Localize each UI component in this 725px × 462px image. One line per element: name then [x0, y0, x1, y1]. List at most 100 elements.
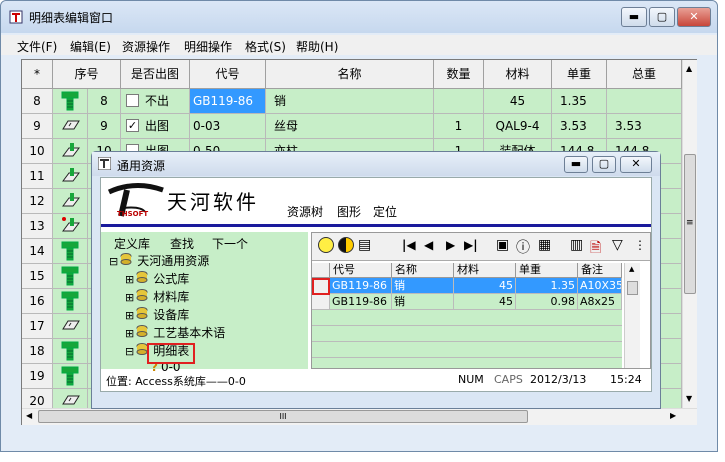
- row-number[interactable]: 9: [22, 114, 53, 139]
- washer-icon[interactable]: [53, 114, 88, 139]
- header-seq[interactable]: 序号: [53, 60, 121, 89]
- unit-weight-cell[interactable]: 1.35: [552, 89, 607, 114]
- dheader-material[interactable]: 材料: [454, 263, 516, 278]
- qty-cell[interactable]: [434, 89, 484, 114]
- name-cell[interactable]: 销: [266, 89, 434, 114]
- expand-toggle-icon[interactable]: ⊟: [125, 345, 134, 358]
- expand-toggle-icon[interactable]: ⊞: [125, 309, 134, 322]
- expand-toggle-icon[interactable]: ⊞: [125, 327, 134, 340]
- resource-tree[interactable]: 定义库 查找 下一个 ⊟ 天河通用资源 ⊞ 公式库 ⊞ 材料库 ⊞ 设备库 ⊞ 工艺基本术语 ⊟ 明细…: [101, 232, 308, 374]
- menu-edit[interactable]: 编辑(E): [70, 38, 111, 55]
- dheader-name[interactable]: 名称: [392, 263, 454, 278]
- row-number[interactable]: 14: [22, 239, 53, 264]
- bolt-icon[interactable]: [53, 89, 88, 114]
- hscroll-thumb[interactable]: III: [38, 410, 528, 423]
- toolbar-more-icon[interactable]: ⋮: [634, 238, 646, 252]
- qty-cell[interactable]: 1: [434, 114, 484, 139]
- header-code[interactable]: 代号: [190, 60, 266, 89]
- scroll-right-arrow[interactable]: ▶: [670, 411, 676, 420]
- dmaterial-cell[interactable]: 45: [454, 278, 516, 294]
- assembly-icon[interactable]: [53, 164, 88, 189]
- assembly-icon[interactable]: [53, 139, 88, 164]
- header-total-weight[interactable]: 总重: [607, 60, 682, 89]
- drawing-checkbox[interactable]: [126, 94, 139, 107]
- scroll-up-arrow[interactable]: ▲: [686, 64, 692, 73]
- expand-toggle-icon[interactable]: ⊞: [125, 291, 134, 304]
- circle-icon[interactable]: [318, 237, 334, 253]
- info-icon[interactable]: ⓘ: [516, 237, 530, 257]
- scroll-left-arrow[interactable]: ◀: [26, 411, 32, 420]
- row-number[interactable]: 16: [22, 289, 53, 314]
- dheader-note[interactable]: 备注: [578, 263, 622, 278]
- screen-icon[interactable]: ▣: [496, 237, 509, 253]
- total-weight-cell[interactable]: [607, 89, 682, 114]
- bolt-icon[interactable]: [53, 364, 88, 389]
- row-number[interactable]: 8: [22, 89, 53, 114]
- define-library-button[interactable]: 定义库: [114, 235, 150, 252]
- dname-cell[interactable]: 销: [392, 278, 454, 294]
- drawing-cell[interactable]: 不出: [121, 89, 190, 114]
- dgrid-scroll-thumb[interactable]: [627, 281, 638, 295]
- dheader-unit-weight[interactable]: 单重: [516, 263, 578, 278]
- total-weight-cell[interactable]: 3.53: [607, 114, 682, 139]
- seq-cell[interactable]: 8: [88, 89, 121, 114]
- dgrid-vscroll[interactable]: ▲: [624, 263, 640, 368]
- last-record-icon[interactable]: ▶|: [464, 238, 478, 252]
- header-qty[interactable]: 数量: [434, 60, 484, 89]
- resource-grid[interactable]: ▤ |◀ ◀ ▶ ▶| ▣ ⓘ ▦ ▥ 🗎 ▽ ⋮ 代号 名称 材料 单重 备注…: [311, 232, 651, 369]
- dcode-cell[interactable]: GB119-86: [330, 294, 392, 310]
- row-number[interactable]: 11: [22, 164, 53, 189]
- row-number[interactable]: 12: [22, 189, 53, 214]
- tree-node[interactable]: ⊞ 公式库: [125, 270, 189, 287]
- expand-toggle-icon[interactable]: ⊟: [109, 255, 118, 268]
- nav-locate[interactable]: 定位: [373, 203, 397, 220]
- assembly-red-icon[interactable]: [53, 214, 88, 239]
- row-number[interactable]: 13: [22, 214, 53, 239]
- tree-node[interactable]: ⊞ 设备库: [125, 306, 189, 323]
- prev-record-icon[interactable]: ◀: [424, 238, 433, 252]
- dunit-weight-cell[interactable]: 1.35: [516, 278, 578, 294]
- dnote-cell[interactable]: A10X35: [578, 278, 622, 294]
- first-record-icon[interactable]: |◀: [402, 238, 416, 252]
- globe-icon[interactable]: [338, 237, 354, 253]
- scroll-down-arrow[interactable]: ▼: [686, 394, 692, 403]
- tree-node[interactable]: ⊞ 工艺基本术语: [125, 324, 225, 341]
- find-next-button[interactable]: 下一个: [212, 235, 248, 252]
- dnote-cell[interactable]: A8x25: [578, 294, 622, 310]
- dunit-weight-cell[interactable]: 0.98: [516, 294, 578, 310]
- row-number[interactable]: 10: [22, 139, 53, 164]
- table-icon[interactable]: ▥: [570, 237, 583, 253]
- bolt-icon[interactable]: [53, 339, 88, 364]
- header-name[interactable]: 名称: [266, 60, 434, 89]
- menu-file[interactable]: 文件(F): [17, 38, 57, 55]
- row-number[interactable]: 17: [22, 314, 53, 339]
- seq-cell[interactable]: 9: [88, 114, 121, 139]
- code-cell[interactable]: 0-03: [190, 114, 266, 139]
- maximize-button[interactable]: ▢: [649, 7, 675, 27]
- close-button[interactable]: ✕: [677, 7, 711, 27]
- next-record-icon[interactable]: ▶: [446, 238, 455, 252]
- dmaterial-cell[interactable]: 45: [454, 294, 516, 310]
- dialog-maximize-button[interactable]: ▢: [592, 156, 616, 173]
- filter-icon[interactable]: ▽: [612, 237, 623, 253]
- drawing-checkbox[interactable]: ✓: [126, 119, 139, 132]
- header-unit-weight[interactable]: 单重: [552, 60, 607, 89]
- dgrid-scroll-up-arrow[interactable]: ▲: [629, 265, 634, 273]
- row-number[interactable]: 18: [22, 339, 53, 364]
- material-cell[interactable]: 45: [484, 89, 552, 114]
- unit-weight-cell[interactable]: 3.53: [552, 114, 607, 139]
- header-star[interactable]: *: [22, 60, 53, 89]
- code-cell[interactable]: GB119-86: [190, 89, 266, 114]
- menu-resource[interactable]: 资源操作: [122, 38, 170, 55]
- dialog-title-bar[interactable]: 通用资源 ▬ ▢ ✕: [92, 152, 660, 176]
- document-edit-icon[interactable]: ▤: [358, 237, 371, 253]
- name-cell[interactable]: 丝母: [266, 114, 434, 139]
- dcode-cell[interactable]: GB119-86: [330, 278, 392, 294]
- material-cell[interactable]: QAL9-4: [484, 114, 552, 139]
- header-drawing[interactable]: 是否出图: [121, 60, 190, 89]
- vertical-scrollbar[interactable]: ▲ ≡ ▼: [682, 60, 697, 408]
- menu-help[interactable]: 帮助(H): [296, 38, 338, 55]
- bolt-icon[interactable]: [53, 264, 88, 289]
- header-material[interactable]: 材料: [484, 60, 552, 89]
- nav-graphics[interactable]: 图形: [337, 203, 361, 220]
